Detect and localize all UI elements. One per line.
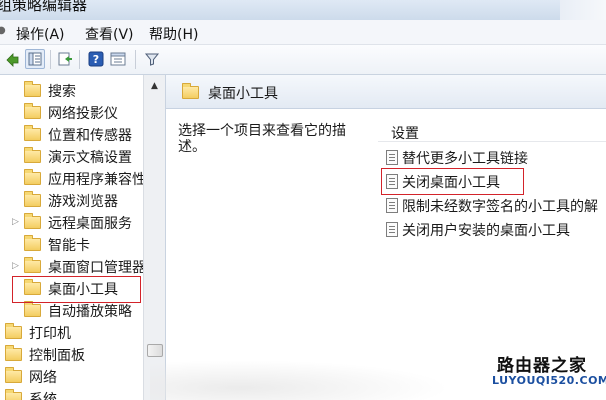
folder-icon [5, 345, 22, 361]
menu-view[interactable]: 查看(V) [85, 24, 134, 44]
watermark-title: 路由器之家 [497, 356, 587, 376]
setting-label: 替代更多小工具链接 [402, 151, 528, 167]
policy-tree: 搜索 网络投影仪 位置和传感器 演示文稿设置 应用程序兼容性 游戏浏览器 ▷ 远… [0, 75, 143, 400]
folder-icon [24, 147, 41, 163]
tree-item-label: 智能卡 [48, 238, 90, 254]
help-button[interactable]: ? [86, 49, 106, 69]
back-button[interactable] [2, 49, 22, 69]
folder-icon [24, 169, 41, 185]
folder-icon [24, 103, 41, 119]
tree-item-label: 系统 [29, 392, 57, 400]
toolbar-separator [135, 50, 136, 69]
tree-item-label: 网络 [29, 370, 57, 386]
setting-label: 限制未经数字签名的小工具的解 [402, 199, 598, 215]
toolbar-separator [50, 50, 51, 69]
folder-icon [24, 235, 41, 251]
menu-bar: ● 操作(A) 查看(V) 帮助(H) [0, 20, 606, 45]
settings-column-header[interactable]: 设置 [378, 115, 606, 142]
title-bar-controls-blurred [560, 0, 606, 20]
settings-header-label: 设置 [391, 126, 419, 142]
expand-arrow-icon[interactable]: ▷ [12, 261, 19, 271]
scrollbar-thumb[interactable] [147, 344, 163, 357]
tree-item-label: 位置和传感器 [48, 128, 132, 144]
tree-scrollbar[interactable]: ▲ [143, 75, 165, 400]
folder-icon [182, 83, 199, 99]
policy-setting-icon [386, 150, 398, 165]
show-hide-tree-button[interactable] [25, 49, 45, 69]
tree-item-label: 远程桌面服务 [48, 216, 132, 232]
back-arrow-icon [6, 53, 19, 67]
tree-item-label: 游戏浏览器 [48, 194, 118, 210]
folder-icon [5, 323, 22, 339]
setting-label: 关闭用户安装的桌面小工具 [402, 223, 570, 239]
highlight-box-setting [381, 168, 524, 195]
folder-icon [24, 213, 41, 229]
window-title: 组策略编辑器 [0, 0, 88, 14]
blurred-region [150, 360, 450, 400]
expand-arrow-icon[interactable]: ▷ [12, 217, 19, 227]
toolbar-separator [79, 50, 80, 69]
folder-icon [5, 389, 22, 400]
tree-item-label: 应用程序兼容性 [48, 172, 143, 188]
folder-icon [24, 301, 41, 317]
tree-item-label: 自动播放策略 [48, 304, 132, 320]
tree-item-label: 打印机 [29, 326, 71, 342]
toolbar: ? [0, 45, 606, 75]
tree-item-label: 控制面板 [29, 348, 85, 364]
menu-help[interactable]: 帮助(H) [149, 24, 198, 44]
folder-icon [24, 81, 41, 97]
show-hide-tree-icon [28, 52, 42, 66]
details-header: 桌面小工具 [166, 75, 606, 109]
policy-setting-icon [386, 222, 398, 237]
export-list-icon [58, 52, 72, 66]
folder-icon [24, 125, 41, 141]
folder-icon [24, 257, 41, 273]
menu-fragment-icon: ● [0, 25, 6, 36]
watermark-url: LUYOUQI520.COM [492, 374, 606, 387]
svg-text:?: ? [93, 53, 99, 66]
tree-item-label: 桌面窗口管理器 [48, 260, 143, 276]
properties-button[interactable] [108, 49, 128, 69]
details-title: 桌面小工具 [208, 86, 278, 102]
filter-button[interactable] [142, 49, 162, 69]
title-bar: 组策略编辑器 [0, 0, 606, 20]
highlight-box-tree [12, 276, 141, 303]
scroll-up-arrow-icon[interactable]: ▲ [148, 79, 161, 93]
tree-item-label: 网络投影仪 [48, 106, 118, 122]
properties-icon [110, 52, 126, 66]
policy-setting-icon [386, 198, 398, 213]
description-text: 选择一个项目来查看它的描述。 [178, 123, 346, 155]
export-list-button[interactable] [55, 49, 75, 69]
tree-item-label: 演示文稿设置 [48, 150, 132, 166]
menu-action[interactable]: 操作(A) [16, 24, 65, 44]
folder-icon [24, 191, 41, 207]
tree-item-label: 搜索 [48, 84, 76, 100]
filter-icon [144, 53, 160, 66]
folder-icon [5, 367, 22, 383]
help-icon: ? [88, 51, 104, 67]
